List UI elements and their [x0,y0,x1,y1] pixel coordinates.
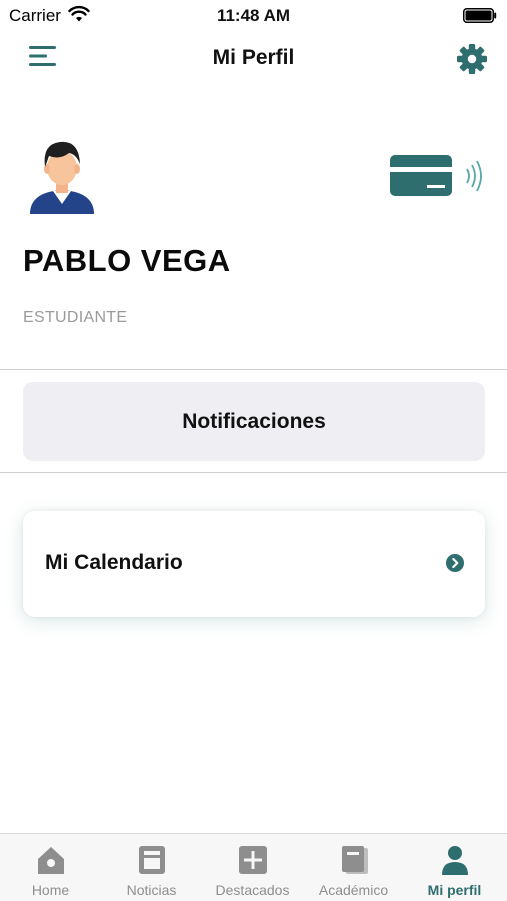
tab-label: Noticias [126,882,177,898]
tab-label: Mi perfil [427,882,482,898]
tab-mi-perfil[interactable]: Mi perfil [404,834,505,901]
tab-label: Destacados [215,882,290,898]
tab-label: Home [31,882,70,898]
contactless-card-icon[interactable] [390,152,486,200]
gear-icon[interactable] [456,43,488,75]
tab-label: Académico [318,882,389,898]
user-avatar [30,141,94,214]
calendar-label: Mi Calendario [45,551,183,574]
tab-bar: Home Noticias Destacados Académico Mi pe… [0,833,507,901]
battery-icon [463,8,497,23]
book-icon [342,846,368,874]
status-time: 11:48 AM [216,6,291,25]
chevron-right-icon [446,554,464,572]
notifications-button[interactable]: Notificaciones [23,382,485,461]
profile-name: PABLO VEGA [23,243,231,278]
tab-home[interactable]: Home [0,834,101,901]
profile-role: ESTUDIANTE [23,309,128,326]
plus-square-icon [239,846,267,874]
nav-bar: Mi Perfil [0,36,507,82]
status-bar: Carrier 11:48 AM [0,0,507,30]
divider [0,472,507,473]
tab-noticias[interactable]: Noticias [101,834,202,901]
tab-academico[interactable]: Académico [303,834,404,901]
page-title: Mi Perfil [212,46,295,69]
notifications-label: Notificaciones [182,409,326,433]
news-icon [139,846,165,874]
home-icon [38,847,64,874]
divider [0,369,507,370]
tab-destacados[interactable]: Destacados [202,834,303,901]
person-icon [442,846,468,875]
calendar-card[interactable]: Mi Calendario [23,511,485,617]
